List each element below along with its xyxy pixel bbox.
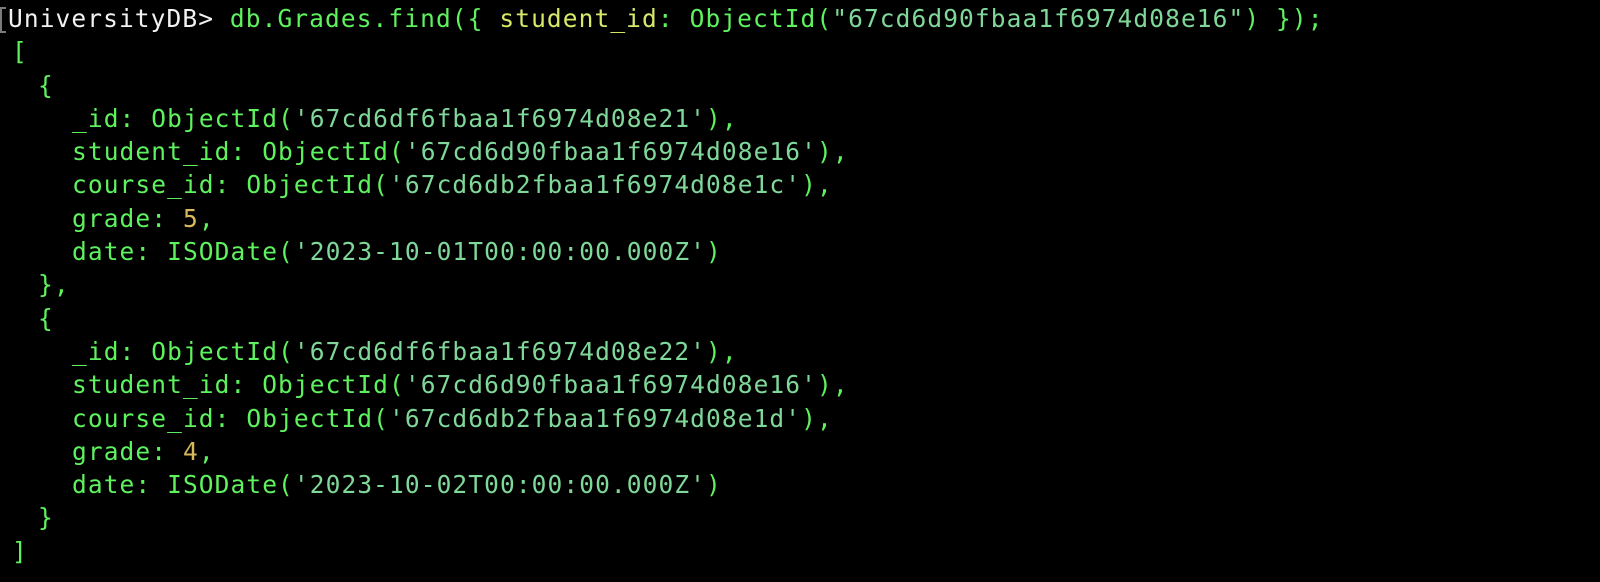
field-number: 5 xyxy=(182,203,199,233)
doc-1-id-line: _id: ObjectId('67cd6df6fbaa1f6974d08e21'… xyxy=(4,102,1600,135)
doc-2-close: } xyxy=(4,501,1600,534)
field-func: ISODate( xyxy=(167,470,294,500)
field-number: 4 xyxy=(182,436,199,466)
prompt-symbol: > xyxy=(198,4,230,33)
field-func: ObjectId( xyxy=(246,403,390,433)
field-end: , xyxy=(198,203,215,233)
field-key: course_id: xyxy=(72,403,247,433)
field-end: ), xyxy=(816,370,849,400)
array-open: [ xyxy=(4,35,1600,68)
doc-2-date-line: date: ISODate('2023-10-02T00:00:00.000Z'… xyxy=(4,468,1600,501)
doc-open-brace: { xyxy=(38,303,54,333)
field-end: ) xyxy=(706,470,722,500)
field-key: course_id: xyxy=(72,170,247,200)
field-func: ObjectId( xyxy=(246,170,390,200)
filter-func: ObjectId( xyxy=(689,4,833,33)
selection-bracket-icon xyxy=(0,7,6,33)
field-key: grade: xyxy=(72,203,183,233)
doc-1-student-line: student_id: ObjectId('67cd6d90fbaa1f6974… xyxy=(4,135,1600,168)
field-end: ), xyxy=(706,336,738,366)
doc-open-brace: { xyxy=(38,70,54,100)
field-key: _id: xyxy=(72,103,152,133)
filter-value: "67cd6d90fbaa1f6974d08e16" xyxy=(832,4,1245,33)
doc-2-grade-line: grade: 4, xyxy=(4,435,1600,468)
field-value: '2023-10-02T00:00:00.000Z' xyxy=(293,470,707,500)
command-prefix: db.Grades.find({ xyxy=(229,4,500,33)
doc-1-close: }, xyxy=(4,268,1600,301)
filter-sep: : xyxy=(657,4,690,33)
doc-1-grade-line: grade: 5, xyxy=(4,202,1600,235)
field-value: '67cd6db2fbaa1f6974d08e1c' xyxy=(389,170,802,200)
field-value: '2023-10-01T00:00:00.000Z' xyxy=(293,237,707,267)
array-close: ] xyxy=(4,535,1600,568)
field-end: ), xyxy=(801,403,833,433)
field-end: ) xyxy=(706,237,722,267)
doc-2-course-line: course_id: ObjectId('67cd6db2fbaa1f6974d… xyxy=(4,402,1600,435)
field-end: ), xyxy=(816,137,849,167)
prompt-db-name: UniversityDB xyxy=(8,4,199,33)
field-end: ), xyxy=(801,170,833,200)
filter-key: student_id xyxy=(499,4,658,33)
doc-2-open: { xyxy=(4,302,1600,335)
field-key: student_id: xyxy=(72,137,263,167)
field-func: ObjectId( xyxy=(262,370,405,400)
command-suffix: ) }); xyxy=(1244,4,1324,33)
doc-1-date-line: date: ISODate('2023-10-01T00:00:00.000Z'… xyxy=(4,235,1600,268)
field-key: grade: xyxy=(72,436,183,466)
field-end: ), xyxy=(706,103,738,133)
field-func: ObjectId( xyxy=(151,103,294,133)
terminal-window[interactable]: UniversityDB> db.Grades.find({ student_i… xyxy=(0,0,1600,582)
field-func: ObjectId( xyxy=(151,336,294,366)
field-func: ObjectId( xyxy=(262,137,405,167)
field-value: '67cd6d90fbaa1f6974d08e16' xyxy=(404,370,817,400)
field-key: date: xyxy=(72,237,168,267)
field-key: date: xyxy=(72,470,168,500)
field-value: '67cd6df6fbaa1f6974d08e21' xyxy=(293,103,707,133)
doc-2-student-line: student_id: ObjectId('67cd6d90fbaa1f6974… xyxy=(4,368,1600,401)
field-value: '67cd6df6fbaa1f6974d08e22' xyxy=(293,336,707,366)
field-end: , xyxy=(198,436,215,466)
field-value: '67cd6db2fbaa1f6974d08e1d' xyxy=(389,403,802,433)
doc-close-brace: } xyxy=(38,503,54,533)
field-value: '67cd6d90fbaa1f6974d08e16' xyxy=(404,137,817,167)
field-func: ISODate( xyxy=(167,237,294,267)
command-line[interactable]: UniversityDB> db.Grades.find({ student_i… xyxy=(0,2,1600,35)
doc-close-brace: }, xyxy=(38,270,70,300)
doc-1-course-line: course_id: ObjectId('67cd6db2fbaa1f6974d… xyxy=(4,168,1600,201)
array-close-bracket: ] xyxy=(12,536,28,566)
field-key: _id: xyxy=(72,336,152,366)
doc-2-id-line: _id: ObjectId('67cd6df6fbaa1f6974d08e22'… xyxy=(4,335,1600,368)
array-open-bracket: [ xyxy=(12,37,28,67)
field-key: student_id: xyxy=(72,370,263,400)
doc-1-open: { xyxy=(4,69,1600,102)
